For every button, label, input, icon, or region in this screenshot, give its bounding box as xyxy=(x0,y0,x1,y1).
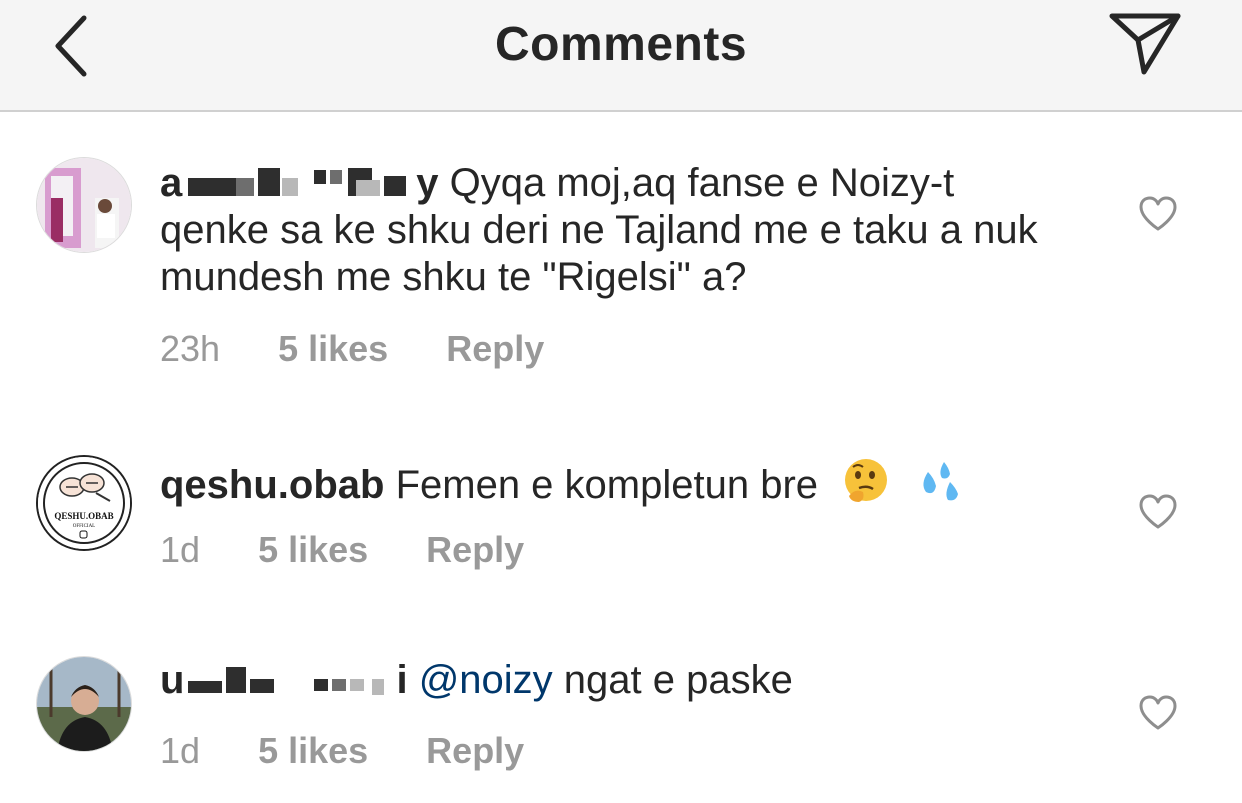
heart-icon[interactable] xyxy=(1138,695,1178,731)
comment-text: Femen e kompletun bre xyxy=(395,463,819,507)
svg-text:OFFICIAL: OFFICIAL xyxy=(73,524,96,529)
header-bar: Comments xyxy=(0,0,1242,112)
comment-time: 1d xyxy=(160,730,201,771)
comment-time: 23h xyxy=(160,328,221,369)
paper-plane-icon xyxy=(1109,13,1181,75)
svg-text:QESHU.OBAB: QESHU.OBAB xyxy=(54,511,113,521)
comment-time: 1d xyxy=(160,529,201,570)
likes-count[interactable]: 5 likes xyxy=(258,730,368,772)
comment-username[interactable]: qeshu.obab xyxy=(160,463,384,507)
redacted-username-block xyxy=(184,663,396,697)
avatar[interactable] xyxy=(36,656,132,752)
mention-link[interactable]: @noizy xyxy=(419,658,553,702)
heart-icon[interactable] xyxy=(1138,494,1178,530)
thinking-face-emoji xyxy=(845,459,888,502)
share-button[interactable] xyxy=(1104,8,1186,82)
redacted-username-block xyxy=(182,166,416,200)
comment-body: u i @noizy ngat e paske xyxy=(160,657,1040,704)
avatar[interactable]: QESHU.OBAB OFFICIAL xyxy=(36,455,132,551)
likes-count[interactable]: 5 likes xyxy=(258,529,368,571)
likes-count[interactable]: 5 likes xyxy=(278,328,388,370)
reply-button[interactable]: Reply xyxy=(426,529,524,571)
comment-meta: 23h 5 likes Reply xyxy=(160,328,544,370)
heart-icon[interactable] xyxy=(1138,196,1178,232)
comment-meta: 1d 5 likes Reply xyxy=(160,529,524,571)
reply-button[interactable]: Reply xyxy=(446,328,544,370)
avatar[interactable] xyxy=(36,157,132,253)
comment-meta: 1d 5 likes Reply xyxy=(160,730,524,772)
page-title: Comments xyxy=(494,18,748,71)
comment-username[interactable]: u i xyxy=(160,658,408,702)
reply-button[interactable]: Reply xyxy=(426,730,524,772)
comment-username[interactable]: a y xyxy=(160,161,439,205)
comment-body: a y Qyqa moj,aq fanse e Noizy-t qenke sa… xyxy=(160,160,1040,301)
comment-body: qeshu.obab Femen e kompletun bre xyxy=(160,456,1040,509)
sweat-droplets-emoji xyxy=(923,462,959,501)
comment-text: ngat e paske xyxy=(563,658,793,702)
